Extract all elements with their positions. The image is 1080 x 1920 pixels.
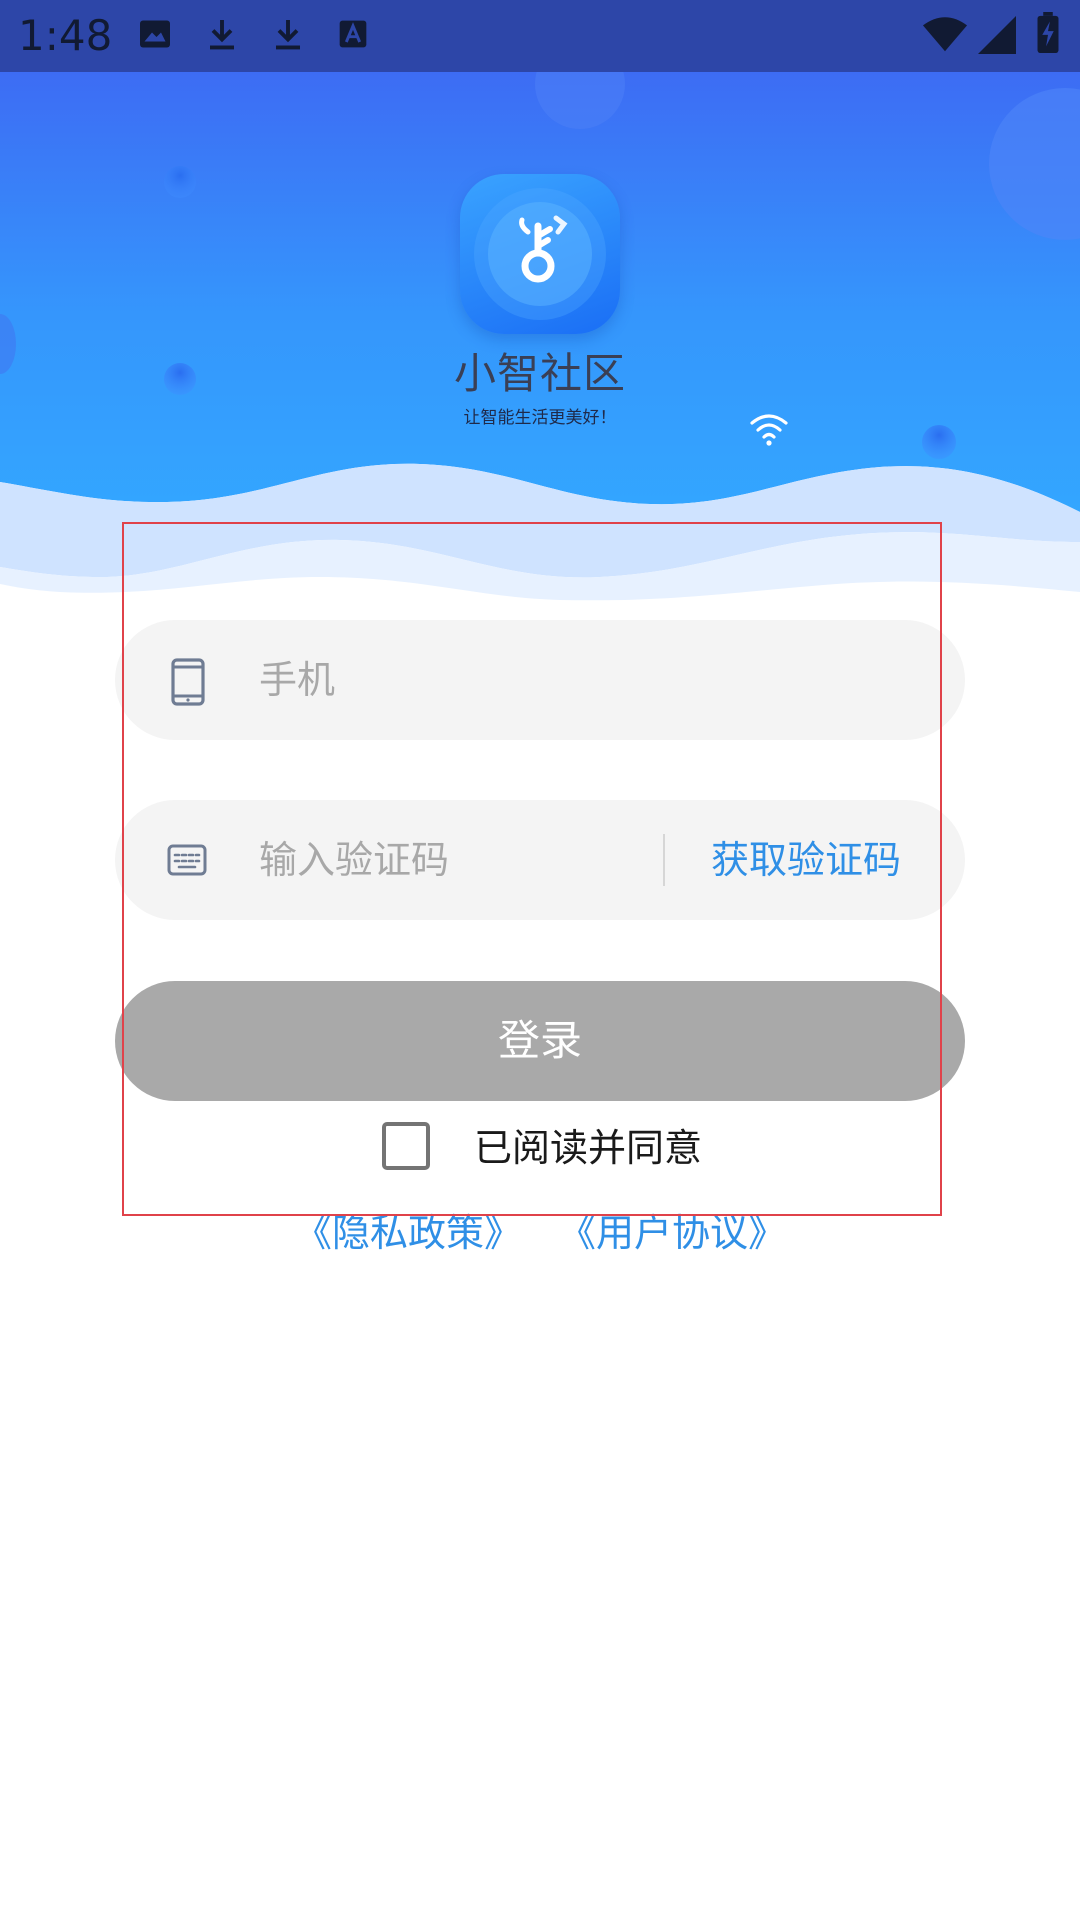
field-divider (663, 834, 665, 886)
status-time: 1:48 (18, 11, 113, 60)
wifi-icon (922, 17, 968, 52)
verification-code-field[interactable]: 获取验证码 (115, 800, 965, 920)
phone-input[interactable] (259, 640, 899, 720)
privacy-policy-link[interactable]: 《隐私政策》 (294, 1206, 522, 1260)
image-icon (140, 20, 170, 48)
header-wave-background (0, 72, 1080, 602)
battery-charging-icon (1037, 12, 1059, 54)
text-a-icon (339, 20, 367, 48)
policy-links: 《隐私政策》 《用户协议》 (0, 1206, 1080, 1260)
verification-code-input[interactable] (259, 820, 759, 900)
app-name: 小智社区 (453, 349, 626, 398)
download-icon (276, 20, 300, 50)
login-button[interactable]: 登录 (115, 981, 965, 1101)
phone-field[interactable] (115, 620, 965, 740)
key-icon (474, 188, 606, 320)
status-bar: 1:48 (0, 0, 1080, 72)
keyboard-icon (167, 844, 207, 876)
get-verification-code-button[interactable]: 获取验证码 (711, 830, 941, 890)
agreement-row: 已阅读并同意 (0, 1120, 1080, 1180)
app-logo (460, 174, 620, 334)
agreement-checkbox[interactable] (382, 1122, 430, 1170)
login-screen: 1:48 小智社区 让智能生活更美好！ 手机 输入验证码 获取验证码 登录 已阅… (0, 0, 1080, 1920)
signal-icon (978, 16, 1016, 54)
user-agreement-link[interactable]: 《用户协议》 (558, 1206, 786, 1260)
download-icon (210, 20, 234, 50)
smartphone-icon (171, 658, 205, 706)
wifi-status-icon (750, 414, 788, 446)
agreement-label: 已阅读并同意 (474, 1126, 703, 1170)
app-slogan: 让智能生活更美好！ (463, 408, 617, 428)
